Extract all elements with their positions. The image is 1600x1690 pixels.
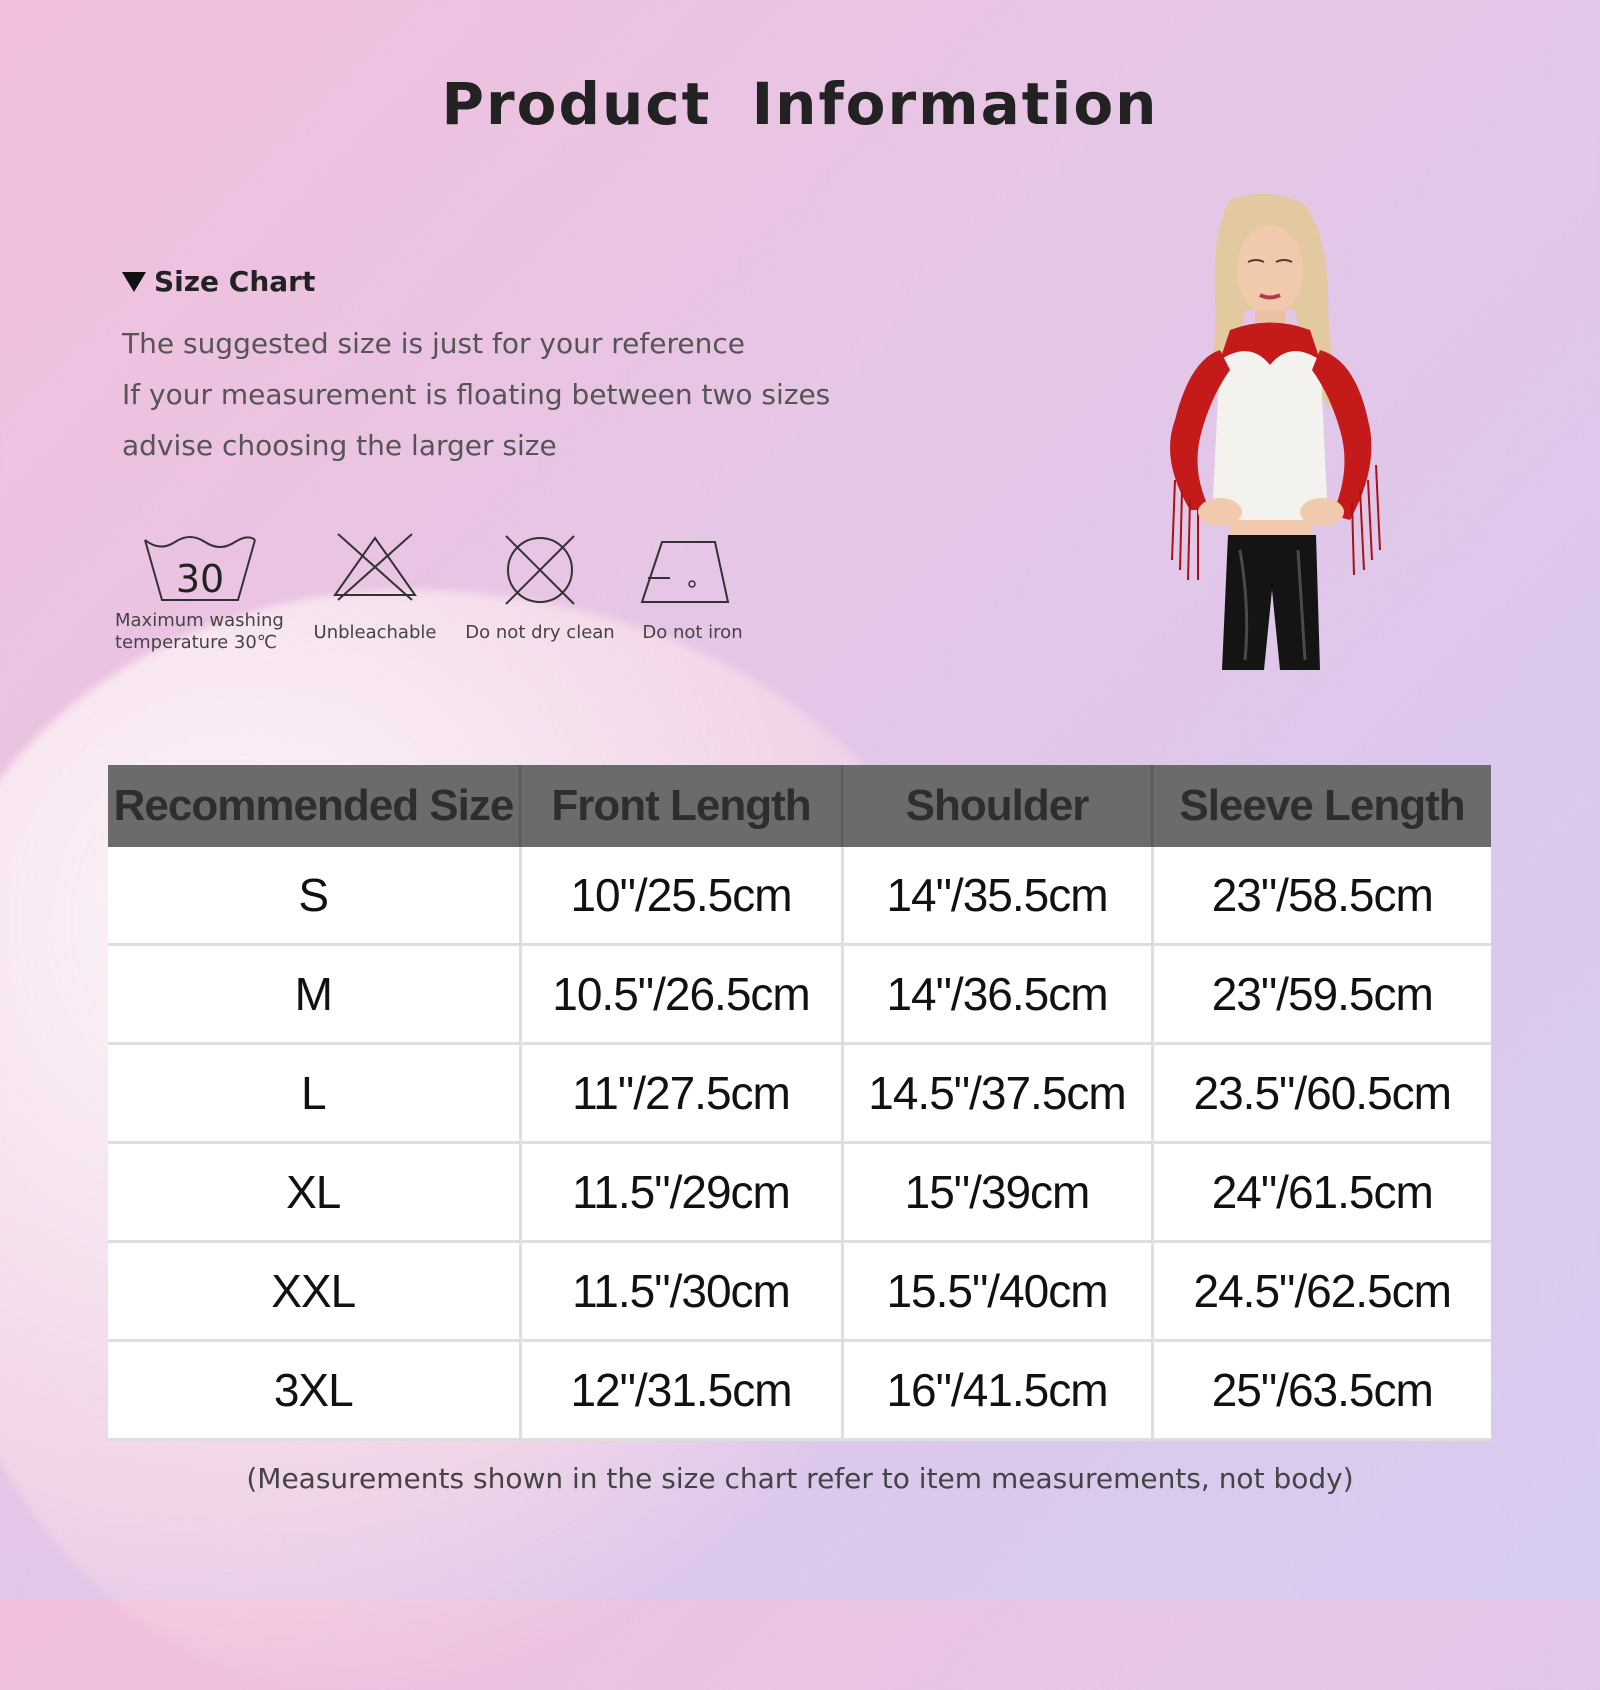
care-label: Unbleachable [313,622,437,643]
no-iron-icon [640,541,730,603]
shoulder-cell: 15"/39cm [842,1142,1154,1243]
table-row: M 10.5"/26.5cm 14"/36.5cm 23"/59.5cm [108,944,1491,1045]
size-cell: 3XL [108,1340,522,1441]
triangle-down-icon [122,271,146,292]
table-header-row: Recommended Size Front Length Shoulder S… [108,765,1491,847]
shoulder-cell: 15.5"/40cm [842,1241,1154,1342]
care-label: Maximum washing [115,610,284,631]
shoulder-cell: 14"/36.5cm [842,944,1154,1045]
sleeve-length-cell: 23"/58.5cm [1152,847,1491,946]
header-front-length: Front Length [520,765,843,847]
care-label: Do not iron [642,622,743,643]
size-chart-heading-label: Size Chart [154,265,316,298]
sleeve-length-cell: 25"/63.5cm [1152,1340,1491,1441]
size-cell: XXL [108,1241,522,1342]
table-row: XL 11.5"/29cm 15"/39cm 24"/61.5cm [108,1142,1491,1243]
no-bleach-icon [333,533,417,601]
model-photo [1170,193,1381,670]
table-row: L 11"/27.5cm 14.5"/37.5cm 23.5"/60.5cm [108,1043,1491,1144]
care-item-no-bleach: Unbleachable [300,530,450,644]
header-sleeve-length: Sleeve Length [1152,765,1491,847]
front-length-cell: 11.5"/29cm [520,1142,844,1243]
size-cell: M [108,944,522,1045]
wash-temp-text: 30 [176,557,224,601]
care-item-no-iron: Do not iron [620,530,765,644]
header-recommended-size: Recommended Size [108,765,521,847]
shoulder-cell: 14.5"/37.5cm [842,1043,1154,1144]
front-length-cell: 11.5"/30cm [520,1241,844,1342]
size-note: If your measurement is floating between … [122,378,831,411]
table-row: S 10"/25.5cm 14"/35.5cm 23"/58.5cm [108,847,1491,946]
front-length-cell: 11"/27.5cm [520,1043,844,1144]
size-table: Recommended Size Front Length Shoulder S… [108,765,1491,1441]
no-dry-clean-icon [505,535,575,605]
sleeve-length-cell: 24"/61.5cm [1152,1142,1491,1243]
sleeve-length-cell: 24.5"/62.5cm [1152,1241,1491,1342]
front-length-cell: 10"/25.5cm [520,847,844,946]
table-row: XXL 11.5"/30cm 15.5"/40cm 24.5"/62.5cm [108,1241,1491,1342]
sleeve-length-cell: 23"/59.5cm [1152,944,1491,1045]
care-item-no-dry-clean: Do not dry clean [460,530,620,644]
page-title: Product Information [441,70,1159,138]
size-cell: XL [108,1142,522,1243]
care-label: temperature 30℃ [115,632,277,653]
size-chart-heading: Size Chart [122,265,315,298]
footer-note: (Measurements shown in the size chart re… [246,1462,1354,1495]
shoulder-cell: 14"/35.5cm [842,847,1154,946]
front-length-cell: 10.5"/26.5cm [520,944,844,1045]
wash-30-icon: 30 [144,536,256,601]
size-note: advise choosing the larger size [122,429,557,462]
size-note: The suggested size is just for your refe… [122,327,745,360]
shoulder-cell: 16"/41.5cm [842,1340,1154,1441]
header-shoulder: Shoulder [842,765,1153,847]
care-label: Do not dry clean [465,622,615,643]
size-cell: L [108,1043,522,1144]
size-notes: The suggested size is just for your refe… [122,318,830,471]
table-row: 3XL 12"/31.5cm 16"/41.5cm 25"/63.5cm [108,1340,1491,1441]
front-length-cell: 12"/31.5cm [520,1340,844,1441]
sleeve-length-cell: 23.5"/60.5cm [1152,1043,1491,1144]
care-item-wash: 30 Maximum washing temperature 30℃ [110,530,290,654]
size-cell: S [108,847,522,946]
